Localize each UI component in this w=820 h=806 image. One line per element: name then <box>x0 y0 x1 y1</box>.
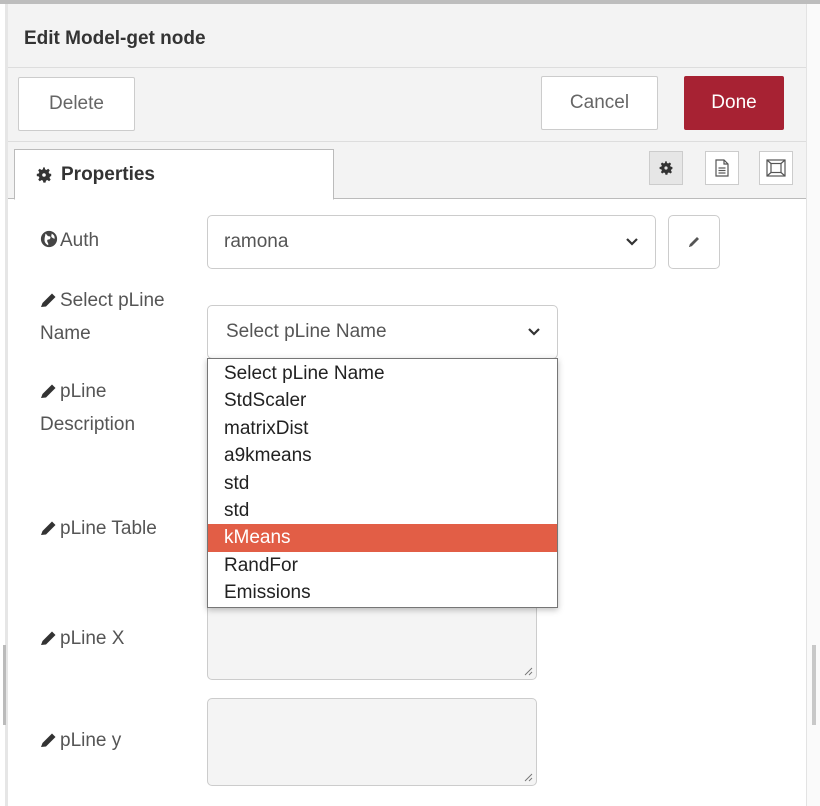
chevron-down-icon <box>528 328 540 336</box>
tabs-bar: Properties <box>8 142 806 200</box>
dialog-title: Edit Model-get node <box>24 28 206 49</box>
dropdown-option[interactable]: Emissions <box>208 579 557 606</box>
gear-icon <box>36 166 52 183</box>
pline-table-label: pLine Table <box>40 512 157 545</box>
cancel-button[interactable]: Cancel <box>541 76 658 130</box>
gear-icon <box>659 161 673 175</box>
dropdown-option[interactable]: StdScaler <box>208 387 557 414</box>
pencil-icon <box>41 521 56 535</box>
dropdown-option[interactable]: Select pLine Name <box>208 360 557 387</box>
pline-y-label: pLine y <box>40 724 121 757</box>
pencil-icon <box>689 237 699 247</box>
appearance-tab-button[interactable] <box>759 151 793 185</box>
pline-name-select-value: Select pLine Name <box>226 321 387 342</box>
resize-grip-icon[interactable] <box>523 772 533 782</box>
globe-icon <box>40 230 58 248</box>
dialog-button-bar: Delete Cancel Done <box>8 68 806 142</box>
edit-auth-button[interactable] <box>668 215 720 269</box>
pencil-icon <box>41 733 56 747</box>
dropdown-option[interactable]: std <box>208 497 557 524</box>
pencil-icon <box>41 293 56 307</box>
pencil-icon <box>41 631 56 645</box>
dropdown-option-highlighted[interactable]: kMeans <box>208 524 557 552</box>
pline-name-dropdown-list: Select pLine Name StdScaler matrixDist a… <box>207 358 558 608</box>
tab-properties-label: Properties <box>61 163 155 185</box>
description-tab-button[interactable] <box>705 151 739 185</box>
tab-properties[interactable]: Properties <box>14 149 334 200</box>
auth-label: Auth <box>40 224 99 257</box>
pline-x-textarea[interactable] <box>207 600 537 680</box>
dropdown-option[interactable]: std <box>208 470 557 497</box>
done-button[interactable]: Done <box>684 76 784 130</box>
auth-select-value: ramona <box>224 231 289 252</box>
pline-y-textarea[interactable] <box>207 698 537 786</box>
pline-x-label: pLine X <box>40 622 124 655</box>
left-resize-handle[interactable] <box>3 645 6 725</box>
dialog-title-bar: Edit Model-get node <box>8 4 806 68</box>
delete-button[interactable]: Delete <box>18 77 135 131</box>
resize-grip-icon[interactable] <box>523 666 533 676</box>
document-icon <box>715 159 729 177</box>
pline-description-label: pLine Description <box>40 381 136 435</box>
scrollbar-thumb[interactable] <box>812 645 816 725</box>
dropdown-option[interactable]: matrixDist <box>208 415 557 442</box>
auth-select[interactable]: ramona <box>207 215 656 269</box>
pline-name-select[interactable]: Select pLine Name <box>207 305 558 359</box>
node-properties-tab-button[interactable] <box>649 151 683 185</box>
chevron-down-icon <box>626 238 638 246</box>
select-pline-label: Select pLine Name <box>40 290 165 344</box>
pencil-icon <box>41 384 56 398</box>
dropdown-option[interactable]: RandFor <box>208 552 557 579</box>
dropdown-option[interactable]: a9kmeans <box>208 442 557 469</box>
expand-icon <box>766 159 786 177</box>
